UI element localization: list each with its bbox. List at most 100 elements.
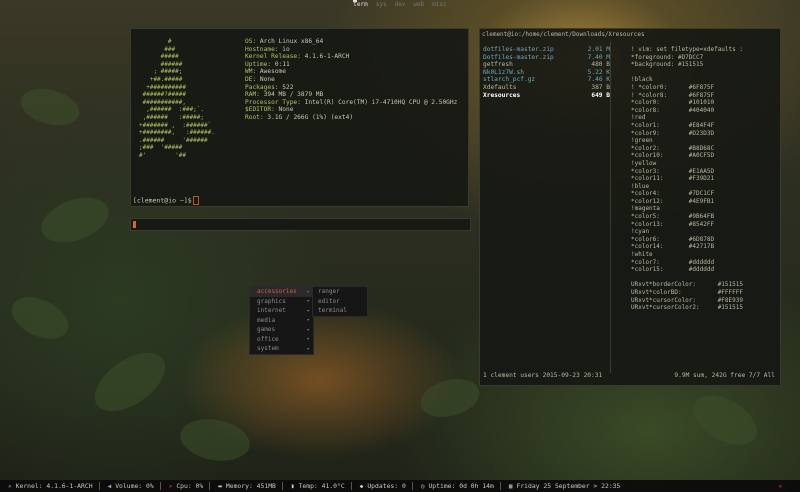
info-row: Root: 3.1G / 266G (1%) (ext4) xyxy=(245,114,457,122)
preview-line: !blue xyxy=(631,182,650,190)
menu-item-media[interactable]: media ▸ xyxy=(250,316,313,326)
file-row[interactable]: Dotfiles-master.zip 7.40 M xyxy=(483,54,610,62)
info-key: $EDITOR: xyxy=(245,106,275,114)
menu-item-label: system xyxy=(257,345,279,353)
volume-widget[interactable]: ◀ Volume: 0% xyxy=(108,482,154,490)
preview-line: *background: #151515 xyxy=(631,61,704,69)
calendar-icon: ▦ xyxy=(508,482,513,490)
file-size: 7.40 M xyxy=(587,53,610,61)
file-row[interactable]: dotfiles-master.zip 2.01 M xyxy=(483,46,610,54)
preview-line: !white xyxy=(631,251,653,259)
info-key: DE: xyxy=(245,75,257,83)
system-info: OS: Arch Linux x86_64 Hostname: io Kernel … xyxy=(245,38,457,122)
preview-line: *color1: #E84F4F xyxy=(631,121,715,129)
app-submenu[interactable]: ranger editor terminal xyxy=(312,286,368,317)
file-size: 480 B xyxy=(591,61,610,69)
background-leaf xyxy=(16,82,84,132)
arch-logo: # ### ##### ###### ; #####; +##.##### +#… xyxy=(139,38,215,159)
file-name: stlarch_pcf.gz xyxy=(483,76,536,84)
chevron-right-icon: ▸ xyxy=(306,317,310,324)
menu-item-accessories[interactable]: accessories ▸ xyxy=(250,287,313,297)
info-value: 0:11 xyxy=(274,60,290,68)
menu-item-games[interactable]: games ▸ xyxy=(250,325,313,335)
preview-line: URxvt*borderColor: #151515 xyxy=(631,281,743,289)
background-leaf xyxy=(5,289,75,347)
info-row: $EDITOR: None xyxy=(245,106,457,114)
app-menu[interactable]: accessories ▸ graphics ▸ internet ▸ media ▸ game… xyxy=(249,286,314,355)
background-leaf xyxy=(684,385,766,455)
datetime-label: Friday 25 September > 22:35 xyxy=(516,482,621,490)
menu-item-label: internet xyxy=(257,307,286,315)
preview-line: *color10: #A0CF5D xyxy=(631,152,715,160)
submenu-item-ranger[interactable]: ranger xyxy=(313,287,367,297)
info-value: 522 xyxy=(282,83,294,91)
cpu-label: Cpu: 0% xyxy=(176,482,204,490)
status-left: 1 clement users 2015-09-23 20:31 xyxy=(483,372,603,379)
menu-item-internet[interactable]: internet ▸ xyxy=(250,306,313,316)
workspace-tag-term[interactable]: term xyxy=(353,0,368,10)
kernel-label: Kernel: 4.1.6-1-ARCH xyxy=(15,482,93,490)
speaker-icon: ◀ xyxy=(107,482,112,490)
menu-item-office[interactable]: office ▸ xyxy=(250,335,313,345)
cpu-widget: ✕ Cpu: 0% xyxy=(169,482,204,490)
prompt-text: [clement@io ~]$ xyxy=(133,196,192,205)
preview-line: *color9: #D23D3D xyxy=(631,129,715,137)
info-value: None xyxy=(259,75,275,83)
file-size: 649 B xyxy=(591,91,610,99)
memory-widget: ▬ Memory: 451MB xyxy=(218,482,276,490)
file-manager[interactable]: clement@io:/home/clement/Downloads/Xreso… xyxy=(479,28,781,386)
file-row[interactable]: Nk0L1z7W.sh 5.22 K xyxy=(483,69,610,77)
workspace-tag-web[interactable]: web xyxy=(413,0,424,10)
workspace-tag-dev[interactable]: dev xyxy=(395,0,406,10)
file-row[interactable]: getfresh 480 B xyxy=(483,61,610,69)
background-leaf xyxy=(177,414,253,466)
neofetch-terminal[interactable]: # ### ##### ###### ; #####; +##.##### +#… xyxy=(130,28,469,207)
info-row: WM: Awesome xyxy=(245,68,457,76)
layout-icon: ✕ xyxy=(778,482,782,490)
submenu-item-editor[interactable]: editor xyxy=(313,297,367,307)
cursor xyxy=(133,221,136,228)
chevron-right-icon: ▸ xyxy=(306,345,310,352)
preview-line: *color13: #8542FF xyxy=(631,220,715,228)
divider xyxy=(350,482,352,490)
updates-widget[interactable]: ◆ Updates: 0 xyxy=(360,482,406,490)
submenu-item-terminal[interactable]: terminal xyxy=(313,306,367,316)
file-row[interactable]: stlarch_pcf.gz 7.46 K xyxy=(483,76,610,84)
workspace-tag-misc[interactable]: misc xyxy=(432,0,446,10)
info-row: DE: None xyxy=(245,76,457,84)
info-key: Kernel Release: xyxy=(245,53,301,61)
divider xyxy=(499,482,501,490)
preview-line: *color11: #F39D21 xyxy=(631,175,715,183)
preview-line: *color4: #7DC1CF xyxy=(631,190,715,198)
file-row[interactable]: Xdefaults 387 B xyxy=(483,84,610,92)
preview-line: !cyan xyxy=(631,228,650,236)
menu-item-graphics[interactable]: graphics ▸ xyxy=(250,297,313,307)
menu-item-system[interactable]: system ▸ xyxy=(250,344,313,354)
info-value: io xyxy=(282,45,290,53)
preview-line: !green xyxy=(631,137,653,145)
file-row[interactable]: Xresources 649 B xyxy=(483,92,610,100)
info-key: Processor Type: xyxy=(245,98,301,106)
menu-item-label: media xyxy=(257,316,276,324)
info-value: 4.1.6-1-ARCH xyxy=(304,53,350,61)
background-leaf xyxy=(84,341,176,423)
preview-line: !magenta xyxy=(631,205,660,213)
preview-line xyxy=(631,69,743,77)
info-value: Intel(R) Core(TM) i7-4710HQ CPU @ 2.50GH… xyxy=(304,98,458,106)
preview-line: ! *color0: #6F875F xyxy=(631,83,715,91)
layout-widget[interactable]: ✕ xyxy=(778,483,786,490)
preview-line: *color0: #101010 xyxy=(631,99,715,107)
file-manager-path: clement@io:/home/clement/Downloads/Xreso… xyxy=(482,31,645,38)
shell-prompt[interactable]: [clement@io ~]$ xyxy=(133,196,199,205)
background-leaf xyxy=(416,372,484,424)
info-key: OS: xyxy=(245,38,257,45)
file-size: 387 B xyxy=(591,83,610,91)
file-list[interactable]: dotfiles-master.zip 2.01 M Dotfiles-master… xyxy=(483,46,610,99)
workspace-tag-sys[interactable]: sys xyxy=(376,0,387,10)
temp-label: Temp: 41.0°C xyxy=(298,482,345,490)
terminal-strip[interactable] xyxy=(130,218,471,231)
date-widget[interactable]: ▦ Friday 25 September > 22:35 xyxy=(509,482,621,490)
preview-line: *color14: #42717B xyxy=(631,243,715,251)
info-row: RAM: 394 MB / 3879 MB xyxy=(245,91,457,99)
divider xyxy=(281,482,283,490)
